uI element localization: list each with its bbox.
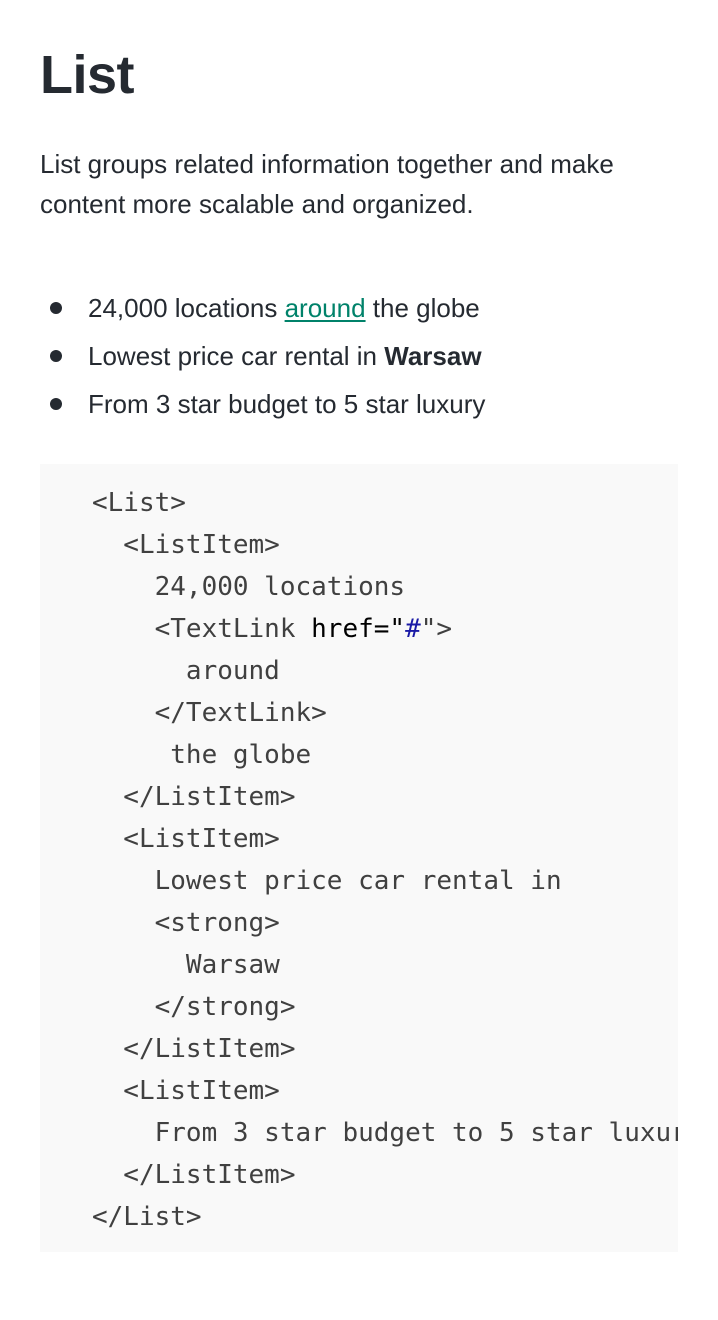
code-line: the globe xyxy=(92,740,312,770)
code-line: </ListItem> xyxy=(92,782,296,812)
page-title: List xyxy=(40,45,135,105)
code-line: <List> xyxy=(92,488,186,518)
code-line: From 3 star budget to 5 star luxury xyxy=(92,1118,678,1148)
code-line: Lowest price car rental in xyxy=(92,866,562,896)
code-line: Warsaw xyxy=(92,950,280,980)
list-item-text: From 3 star budget to 5 star luxury xyxy=(88,389,486,419)
code-line: </ListItem> xyxy=(92,1034,296,1064)
around-link[interactable]: around xyxy=(285,293,366,323)
code-line: </TextLink> xyxy=(92,698,327,728)
bullet-icon xyxy=(50,398,62,410)
bullet-icon xyxy=(50,350,62,362)
code-line: </strong> xyxy=(92,992,296,1022)
code-attribute: href=" xyxy=(311,614,406,644)
code-example: <List> <ListItem> 24,000 locations <Text… xyxy=(40,464,678,1252)
code-line: <TextLink xyxy=(92,614,312,644)
list-item-strong-text: Warsaw xyxy=(384,341,482,371)
code-snippet: <List> <ListItem> 24,000 locations <Text… xyxy=(92,482,678,1238)
list-item: From 3 star budget to 5 star luxury xyxy=(40,380,678,428)
example-list: 24,000 locations around the globe Lowest… xyxy=(40,284,678,428)
code-line: <ListItem> xyxy=(92,1076,280,1106)
code-line: </List> xyxy=(92,1202,202,1232)
code-line: 24,000 locations xyxy=(92,572,406,602)
code-line: <ListItem> xyxy=(92,530,280,560)
bullet-icon xyxy=(50,302,62,314)
list-item-text: the globe xyxy=(365,293,480,323)
list-item-text: Lowest price car rental in xyxy=(88,341,385,371)
page-intro: List groups related information together… xyxy=(40,149,614,219)
code-line: <strong> xyxy=(92,908,280,938)
code-line: </ListItem> xyxy=(92,1160,296,1190)
code-line: <ListItem> xyxy=(92,824,280,854)
list-item: 24,000 locations around the globe xyxy=(40,284,678,332)
code-attribute-value: # xyxy=(405,614,421,644)
list-item: Lowest price car rental in Warsaw xyxy=(40,332,678,380)
list-item-text: 24,000 locations xyxy=(88,293,285,323)
code-line: around xyxy=(92,656,280,686)
code-line: "> xyxy=(420,614,453,644)
